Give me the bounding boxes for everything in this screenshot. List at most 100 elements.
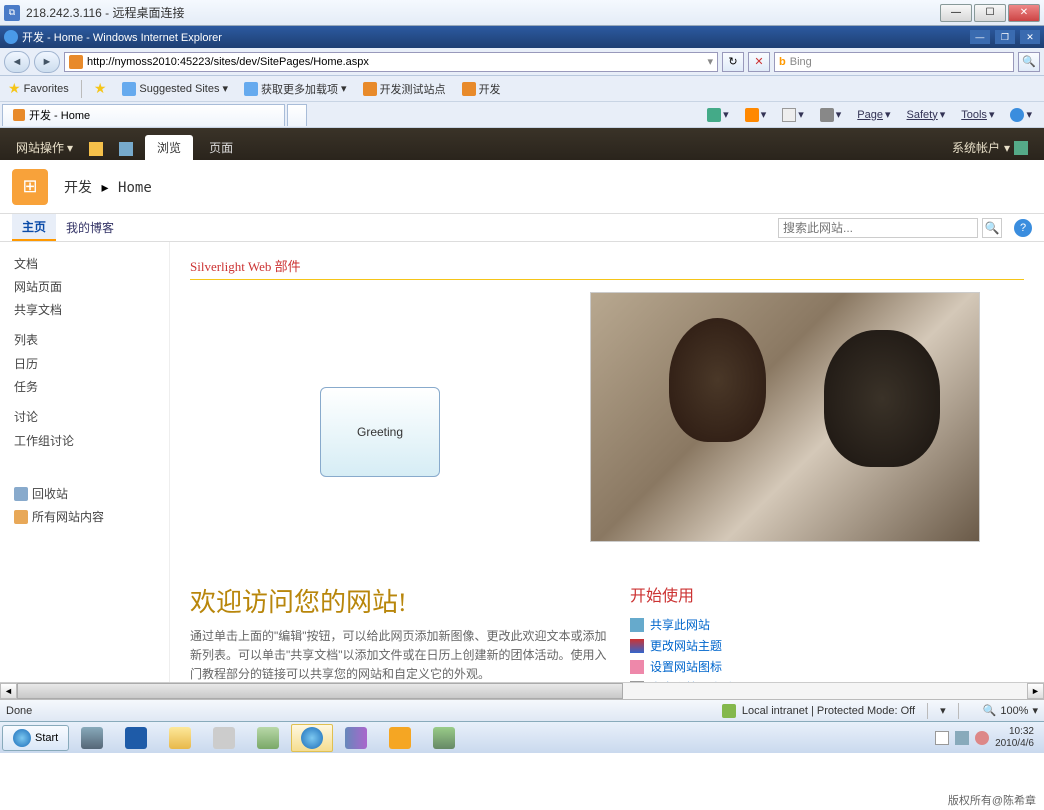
- network-icon[interactable]: [955, 731, 969, 745]
- sp-search-button[interactable]: 🔍: [982, 218, 1002, 238]
- maximize-button[interactable]: ☐: [974, 4, 1006, 22]
- ie-close-button[interactable]: ✕: [1020, 30, 1040, 44]
- breadcrumb: 开发 ▸ Home: [58, 177, 158, 197]
- greeting-button[interactable]: Greeting: [320, 387, 440, 477]
- admin-icon: [257, 727, 279, 749]
- site-actions-menu[interactable]: 网站操作 ▾: [8, 135, 81, 160]
- address-bar[interactable]: ▾: [64, 52, 718, 72]
- search-button[interactable]: 🔍: [1018, 52, 1040, 72]
- add-favorite-button[interactable]: ★: [90, 78, 111, 99]
- scroll-left-button[interactable]: ◄: [0, 683, 17, 699]
- url-input[interactable]: [87, 56, 707, 68]
- sp-topnav: 主页 我的博客 🔍 ?: [0, 214, 1044, 242]
- home-icon: [707, 108, 721, 122]
- tools-menu[interactable]: Tools ▾: [957, 106, 998, 124]
- stop-button[interactable]: ✕: [748, 52, 770, 72]
- dropdown-icon[interactable]: ▾: [707, 55, 713, 68]
- sp-title-area: ⊞ 开发 ▸ Home: [0, 160, 1044, 214]
- account-menu[interactable]: 系统帐户 ▾: [944, 135, 1036, 160]
- ql-allcontent[interactable]: 所有网站内容: [14, 505, 155, 528]
- ql-lists-header: 列表: [14, 331, 155, 348]
- clock[interactable]: 10:32 2010/4/6: [995, 726, 1034, 750]
- tb-tools[interactable]: [203, 724, 245, 752]
- command-bar: ▾ ▾ ▾ ▾ Page ▾ Safety ▾ Tools ▾ ▾: [703, 106, 1044, 124]
- page-menu[interactable]: Page ▾: [853, 106, 894, 124]
- safety-menu[interactable]: Safety ▾: [903, 106, 950, 124]
- h-scrollbar[interactable]: ◄ ►: [0, 682, 1044, 699]
- help-button[interactable]: ▾: [1006, 106, 1036, 124]
- ql-calendar[interactable]: 日历: [14, 352, 155, 375]
- getting-started-header: 开始使用: [630, 582, 1024, 606]
- ribbon-tab-browse[interactable]: 浏览: [145, 135, 193, 160]
- address-bar-row: ◄ ► ▾ ↻ ✕ b Bing 🔍: [0, 48, 1044, 76]
- topnav-home[interactable]: 主页: [12, 214, 56, 241]
- close-button[interactable]: ✕: [1008, 4, 1040, 22]
- pm-dropdown[interactable]: ▾: [940, 704, 946, 717]
- sp-search-input[interactable]: [778, 218, 978, 238]
- new-tab-button[interactable]: [287, 104, 307, 126]
- tb-explorer[interactable]: [159, 724, 201, 752]
- tb-admin[interactable]: [247, 724, 289, 752]
- icon-icon: [630, 660, 644, 674]
- minimize-button[interactable]: —: [940, 4, 972, 22]
- ribbon-tab-page[interactable]: 页面: [197, 135, 245, 160]
- ql-tasks[interactable]: 任务: [14, 375, 155, 398]
- home-button[interactable]: ▾: [703, 106, 733, 124]
- ql-discussions-header: 讨论: [14, 408, 155, 425]
- breadcrumb-page[interactable]: Home: [118, 180, 152, 196]
- flag-icon[interactable]: [935, 731, 949, 745]
- ql-recyclebin[interactable]: 回收站: [14, 482, 155, 505]
- tb-server-manager[interactable]: [71, 724, 113, 752]
- refresh-button[interactable]: ↻: [722, 52, 744, 72]
- ql-sitepages[interactable]: 网站页面: [14, 275, 155, 298]
- orange-app-icon: [389, 727, 411, 749]
- browser-tab[interactable]: 开发 - Home: [2, 104, 285, 126]
- ie-restore-button[interactable]: ❐: [995, 30, 1015, 44]
- fav-link-suggested[interactable]: Suggested Sites ▾: [118, 80, 232, 98]
- search-box[interactable]: b Bing: [774, 52, 1014, 72]
- fav-link-dev[interactable]: 开发: [458, 79, 505, 99]
- print-button[interactable]: ▾: [816, 106, 846, 124]
- gs-set-icon[interactable]: 设置网站图标: [630, 656, 1024, 677]
- tb-ie[interactable]: [291, 724, 333, 752]
- zoom-control[interactable]: 🔍 100% ▾: [983, 704, 1038, 717]
- breadcrumb-site[interactable]: 开发: [64, 179, 92, 195]
- tab-bar: 开发 - Home ▾ ▾ ▾ ▾ Page ▾ Safety ▾ Tools …: [0, 102, 1044, 128]
- nav-up-button[interactable]: [81, 138, 111, 160]
- tb-vs[interactable]: [335, 724, 377, 752]
- ql-documents[interactable]: 文档: [14, 252, 155, 275]
- vs-icon: [345, 727, 367, 749]
- fav-link-devtest[interactable]: 开发测试站点: [359, 79, 450, 99]
- forward-button[interactable]: ►: [34, 51, 60, 73]
- ql-shareddocs[interactable]: 共享文档: [14, 298, 155, 321]
- sound-icon[interactable]: [975, 731, 989, 745]
- edit-icon: [119, 142, 133, 156]
- favorites-bar: ★Favorites ★ Suggested Sites ▾ 获取更多加载项 ▾…: [0, 76, 1044, 102]
- favorites-button[interactable]: ★Favorites: [4, 78, 73, 99]
- tb-app2[interactable]: [423, 724, 465, 752]
- start-button[interactable]: Start: [2, 725, 69, 751]
- feeds-button[interactable]: ▾: [741, 106, 771, 124]
- topnav-blog[interactable]: 我的博客: [56, 215, 124, 240]
- back-button[interactable]: ◄: [4, 51, 30, 73]
- mail-icon: [782, 108, 796, 122]
- print-icon: [820, 108, 834, 122]
- fav-link-addons[interactable]: 获取更多加载项 ▾: [240, 79, 351, 99]
- edit-button[interactable]: [111, 138, 141, 160]
- sp-ribbon: 网站操作 ▾ 浏览 页面 系统帐户 ▾: [0, 128, 1044, 160]
- gs-change-theme[interactable]: 更改网站主题: [630, 635, 1024, 656]
- ql-teamdiscussion[interactable]: 工作组讨论: [14, 429, 155, 452]
- ie-titlebar: 开发 - Home - Windows Internet Explorer — …: [0, 26, 1044, 48]
- ie-minimize-button[interactable]: —: [970, 30, 990, 44]
- tb-powershell[interactable]: [115, 724, 157, 752]
- tb-app1[interactable]: [379, 724, 421, 752]
- site-logo[interactable]: ⊞: [12, 169, 48, 205]
- mail-button[interactable]: ▾: [778, 106, 808, 124]
- gs-customize-ql[interactable]: 自定义快速启动: [630, 677, 1024, 682]
- recycle-icon: [14, 487, 28, 501]
- gs-share-site[interactable]: 共享此网站: [630, 614, 1024, 635]
- scroll-thumb[interactable]: [17, 683, 623, 699]
- folder-icon: [169, 727, 191, 749]
- scroll-right-button[interactable]: ►: [1027, 683, 1044, 699]
- sp-help-button[interactable]: ?: [1014, 219, 1032, 237]
